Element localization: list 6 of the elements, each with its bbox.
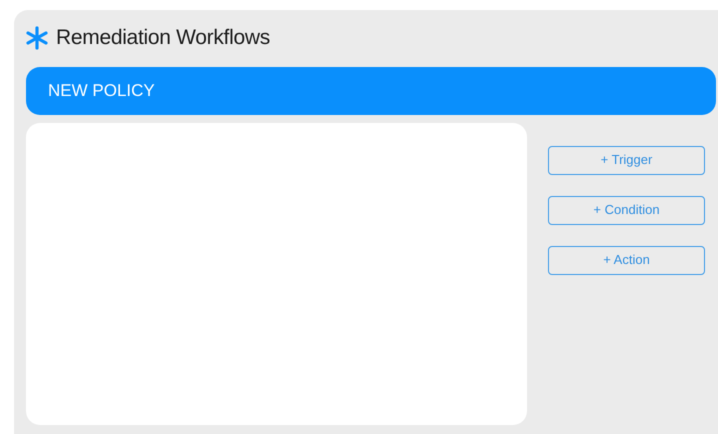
add-button[interactable]: + Action: [548, 246, 705, 274]
app-title: Remediation Workflows: [56, 25, 270, 51]
add-button[interactable]: + Trigger: [548, 146, 705, 174]
asterisk-icon: [26, 26, 48, 50]
header-title: NEW POLICY: [48, 80, 155, 102]
add-button[interactable]: + Condition: [548, 196, 705, 224]
